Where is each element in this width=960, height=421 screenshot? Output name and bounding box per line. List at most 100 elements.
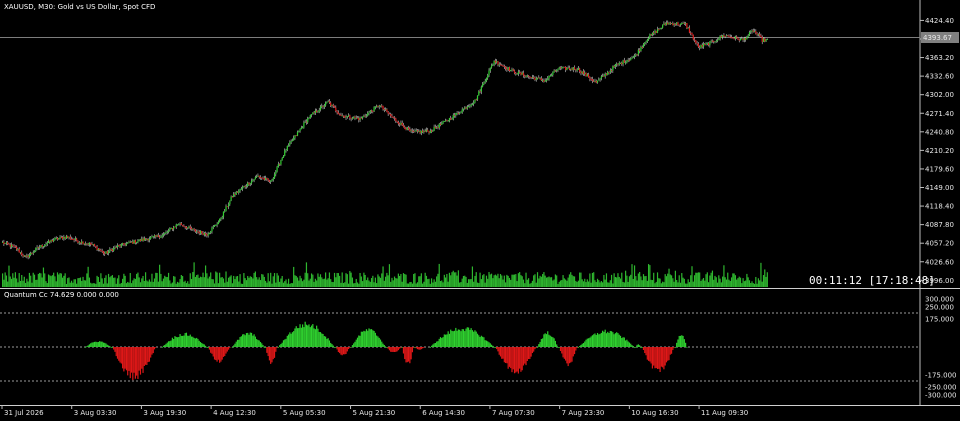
candle-body: [219, 218, 221, 222]
volume-bar: [351, 277, 354, 287]
histogram-bar: [633, 347, 636, 348]
candle-body: [87, 243, 89, 245]
volume-bar: [659, 278, 661, 287]
candle-body: [78, 242, 80, 244]
candle-body: [672, 23, 674, 26]
volume-bar: [447, 281, 449, 287]
volume-bar: [273, 273, 276, 287]
candle-body: [534, 77, 536, 81]
volume-bar: [420, 273, 422, 287]
volume-bar: [281, 275, 283, 287]
volume-bar: [216, 272, 218, 287]
candle-body: [708, 43, 710, 46]
histogram-bar: [229, 347, 231, 348]
volume-bar: [70, 280, 73, 287]
histogram-bar: [676, 342, 678, 347]
candle-body: [360, 117, 362, 119]
histogram-bar: [515, 347, 517, 373]
candle-body: [580, 71, 582, 74]
histogram-bar: [327, 338, 329, 347]
candle-body: [752, 30, 754, 32]
histogram-bar: [544, 333, 546, 347]
candle-body: [55, 237, 57, 239]
volume-bar: [649, 265, 651, 287]
volume-bar: [547, 277, 549, 287]
volume-bar: [505, 282, 507, 287]
candle-body: [81, 241, 83, 244]
histogram-bar: [351, 345, 354, 347]
volume-bar: [22, 280, 24, 287]
histogram-bar: [405, 347, 407, 363]
volume-bar: [701, 279, 703, 287]
candle-body: [600, 76, 602, 79]
volume-bar: [193, 262, 195, 287]
histogram-bar: [479, 337, 481, 347]
candle-body: [738, 39, 740, 41]
candle-body: [49, 240, 51, 242]
trading-chart[interactable]: 4424.404393.804363.204332.604302.004271.…: [0, 0, 960, 421]
volume-bar: [378, 276, 380, 287]
volume-bar: [23, 276, 25, 287]
price-tick-label: 4149.00: [925, 184, 954, 192]
candle-body: [746, 37, 748, 40]
volume-bar: [501, 275, 503, 287]
histogram-bar: [507, 347, 509, 369]
volume-bar: [457, 270, 459, 287]
histogram-bar: [225, 347, 227, 354]
histogram-bar: [295, 326, 297, 347]
volume-bar: [660, 283, 662, 287]
candle-body: [695, 40, 697, 44]
candle-body: [520, 72, 522, 75]
volume-bar: [370, 278, 373, 287]
volume-bar: [430, 278, 433, 287]
candle-body: [676, 22, 678, 25]
candle-body: [44, 244, 46, 247]
histogram-bar: [473, 331, 475, 347]
histogram-bar: [125, 347, 128, 371]
volume-bar: [19, 280, 22, 287]
histogram-bar: [647, 347, 650, 361]
histogram-bar: [510, 347, 512, 369]
volume-bar: [609, 280, 611, 287]
candle-body: [729, 36, 731, 38]
volume-bar: [510, 279, 512, 287]
candle-body: [401, 122, 403, 126]
candle-body: [138, 239, 140, 242]
candle-body: [697, 43, 699, 47]
candle-body: [37, 247, 39, 249]
candle-body: [266, 178, 268, 179]
histogram-bar: [562, 347, 564, 358]
indicator-tick-label: 250.000: [925, 303, 954, 311]
candle-body: [285, 150, 287, 151]
volume-bar: [554, 274, 556, 287]
volume-bar: [602, 282, 604, 287]
histogram-bar: [176, 337, 179, 347]
candle-body: [32, 252, 34, 254]
candle-body: [143, 238, 145, 241]
histogram-bar: [84, 347, 87, 348]
candle-body: [221, 216, 223, 219]
volume-bar: [753, 283, 756, 287]
volume-bar: [478, 283, 480, 287]
candle-body: [635, 54, 637, 56]
candle-body: [755, 31, 757, 34]
volume-bar: [455, 272, 457, 287]
histogram-bar: [442, 337, 444, 347]
volume-bar: [128, 282, 130, 287]
candle-body: [690, 32, 692, 34]
candle-body: [392, 117, 394, 118]
histogram-bar: [261, 343, 263, 347]
candle-body: [350, 118, 352, 119]
indicator-tick-label: -175.000: [925, 372, 956, 380]
histogram-bar: [524, 347, 526, 364]
candle-body: [493, 60, 495, 65]
candle-body: [434, 126, 436, 129]
candle-body: [563, 66, 565, 68]
histogram-bar: [363, 330, 365, 347]
volume-bar: [199, 276, 202, 287]
candle-body: [549, 75, 551, 77]
histogram-bar: [539, 341, 541, 347]
candle-body: [632, 56, 634, 58]
volume-bar: [556, 275, 558, 287]
volume-bar: [46, 283, 48, 287]
